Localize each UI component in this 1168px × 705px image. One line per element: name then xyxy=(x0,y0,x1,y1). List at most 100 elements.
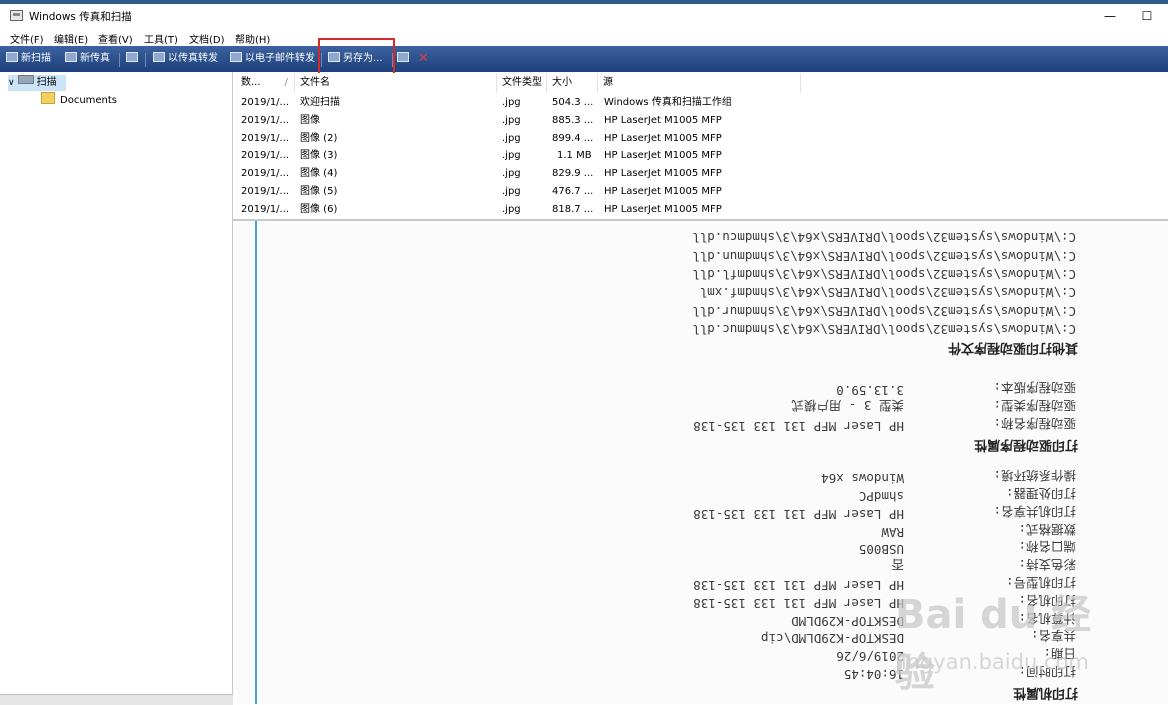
forward-fax-button[interactable]: 以传真转发 xyxy=(153,51,218,67)
property-value: DESKTOP-K29DLMD\cip xyxy=(761,631,904,647)
cell-source: HP LaserJet M1005 MFP xyxy=(604,203,722,215)
menu-edit[interactable]: 编辑(E) xyxy=(54,31,88,46)
driver-file-path: C:\Windows\system32\spool\DRIVERS\x64\3\… xyxy=(692,230,1076,246)
cell-name: 图像 (6) xyxy=(300,203,338,215)
red-x-icon: ✕ xyxy=(418,51,429,66)
cell-size: 829.9 ... xyxy=(552,168,594,180)
cell-type: .jpg xyxy=(502,150,521,162)
property-value: 否 xyxy=(891,557,904,573)
table-row[interactable]: 2019/1/... 图像 (4) .jpg 829.9 ... HP LaserJet… xyxy=(236,165,836,183)
column-date-label: 数... xyxy=(241,77,261,88)
cell-type: .jpg xyxy=(502,186,521,197)
left-pane-footer xyxy=(0,694,233,705)
cell-source: Windows 传真和扫描工作组 xyxy=(604,97,732,108)
property-label: 彩色支持: xyxy=(1018,557,1076,573)
menu-tools[interactable]: 工具(T) xyxy=(144,31,178,46)
table-row[interactable]: 2019/1/... 欢迎扫描 .jpg 504.3 ... Windows 传真和扫描… xyxy=(236,94,836,112)
cell-type: .jpg xyxy=(502,114,521,126)
driver-file-path: C:\Windows\system32\spool\DRIVERS\x64\3\… xyxy=(692,248,1076,264)
cell-size: 1.1 MB xyxy=(557,150,592,162)
cell-date: 2019/1/... xyxy=(241,132,290,144)
chevron-down-icon: ∨ xyxy=(8,78,15,88)
toolbar-separator xyxy=(145,53,146,67)
folder-tree-pane: ∨ 扫描 Documents xyxy=(0,72,233,704)
table-row[interactable]: 2019/1/... 图像 .jpg 885.3 ... HP LaserJet M10… xyxy=(236,112,836,130)
fax-icon xyxy=(65,52,77,62)
property-value: HP Laser MFP 131 133 135-138 xyxy=(693,419,904,434)
heading-driver-files: 其他打印驱动程序文件 xyxy=(947,340,1078,355)
cell-date: 2019/1/... xyxy=(241,168,290,180)
driver-file-path: C:\Windows\system32\spool\DRIVERS\x64\3\… xyxy=(699,285,1076,301)
cell-type: .jpg xyxy=(502,168,521,180)
cell-name: 图像 (3) xyxy=(300,150,338,162)
delete-button[interactable]: ✕ xyxy=(418,51,429,67)
column-header-date[interactable]: 数... / xyxy=(236,73,295,93)
cell-name: 图像 (2) xyxy=(300,132,338,144)
property-value: RAW xyxy=(881,524,904,540)
column-header-source[interactable]: 源 xyxy=(598,73,801,93)
scanner-icon xyxy=(17,75,34,84)
cell-type: .jpg xyxy=(502,132,521,144)
cell-size: 818.7 ... xyxy=(552,203,594,215)
menu-document[interactable]: 文档(D) xyxy=(189,31,225,46)
watermark-logo: Bai du 经验 xyxy=(895,592,1092,696)
cell-date: 2019/1/... xyxy=(241,114,290,126)
new-fax-button[interactable]: 新传真 xyxy=(65,51,110,67)
cell-source: HP LaserJet M1005 MFP xyxy=(604,114,722,126)
menu-file[interactable]: 文件(F) xyxy=(10,31,44,46)
property-value: DESKTOP-K29DLMD xyxy=(791,613,904,629)
new-scan-button[interactable]: 新扫描 xyxy=(6,51,51,67)
new-fax-label: 新传真 xyxy=(80,53,110,64)
property-value: 2019/6/26 xyxy=(836,649,904,665)
print-button[interactable] xyxy=(397,51,412,67)
cell-name: 欢迎扫描 xyxy=(300,97,340,108)
forward-fax-label: 以传真转发 xyxy=(168,53,218,64)
menu-bar: 文件(F) 编辑(E) 查看(V) 工具(T) 文档(D) 帮助(H) xyxy=(0,28,1168,46)
forward-email-button[interactable]: 以电子邮件转发 xyxy=(230,51,315,67)
menu-help[interactable]: 帮助(H) xyxy=(235,31,270,46)
baidu-watermark: Bai du 经验 jingyan.baidu.com xyxy=(895,582,1105,696)
minimize-button[interactable]: — xyxy=(1090,6,1130,26)
cell-source: HP LaserJet M1005 MFP xyxy=(604,168,722,180)
table-row[interactable]: 2019/1/... 图像 (5) .jpg 476.7 ... HP LaserJet… xyxy=(236,183,836,201)
table-row[interactable]: 2019/1/... 图像 (6) .jpg 818.7 ... HP LaserJet… xyxy=(236,201,836,219)
cell-source: HP LaserJet M1005 MFP xyxy=(604,132,722,144)
column-header-type[interactable]: 文件类型 xyxy=(497,73,547,93)
document-view-icon xyxy=(126,52,138,62)
cell-name: 图像 xyxy=(300,114,320,126)
watermark-url: jingyan.baidu.com xyxy=(895,650,1089,674)
menu-view[interactable]: 查看(V) xyxy=(98,31,133,46)
view-button[interactable] xyxy=(126,51,141,67)
tree-item-scan[interactable]: ∨ 扫描 xyxy=(8,75,66,91)
cell-type: .jpg xyxy=(502,203,521,215)
driver-file-path: C:\Windows\system32\spool\DRIVERS\x64\3\… xyxy=(692,322,1076,337)
table-row[interactable]: 2019/1/... 图像 (3) .jpg 1.1 MB HP LaserJet M1… xyxy=(236,147,836,165)
table-row[interactable]: 2019/1/... 图像 (2) .jpg 899.4 ... HP LaserJet… xyxy=(236,130,836,148)
folder-icon xyxy=(41,92,55,104)
cell-source: HP LaserJet M1005 MFP xyxy=(604,186,722,197)
property-value: 类型 3 - 用户模式 xyxy=(791,398,904,414)
property-label: 驱动程序类型: xyxy=(993,398,1076,414)
cell-size: 476.7 ... xyxy=(552,186,594,197)
scanner-icon xyxy=(6,52,18,62)
property-label: 驱动程序版本: xyxy=(993,380,1076,396)
property-label: 端口名称: xyxy=(1018,539,1076,555)
maximize-button[interactable]: ☐ xyxy=(1127,6,1167,26)
heading-driver-properties: 打印驱动程序属性 xyxy=(973,437,1078,452)
cell-date: 2019/1/... xyxy=(241,97,290,108)
toolbar: 新扫描 新传真 以传真转发 以电子邮件转发 另存为... ✕ xyxy=(0,46,1168,72)
column-header-name[interactable]: 文件名 xyxy=(295,73,497,93)
cell-source: HP LaserJet M1005 MFP xyxy=(604,150,722,162)
cell-type: .jpg xyxy=(502,97,521,108)
tree-label-scan: 扫描 xyxy=(36,77,57,88)
cell-size: 899.4 ... xyxy=(552,132,594,144)
title-bar: Windows 传真和扫描 — ☐ xyxy=(0,4,1168,28)
column-header-size[interactable]: 大小 xyxy=(547,73,598,93)
printer-icon xyxy=(397,52,409,62)
property-label: 打印机共享名: xyxy=(993,503,1076,519)
driver-file-path: C:\Windows\system32\spool\DRIVERS\x64\3\… xyxy=(692,267,1076,283)
fax-forward-icon xyxy=(153,52,165,62)
property-label: 操作系统环境: xyxy=(993,468,1076,484)
tree-item-documents[interactable]: Documents xyxy=(41,92,117,108)
toolbar-separator xyxy=(119,53,120,67)
